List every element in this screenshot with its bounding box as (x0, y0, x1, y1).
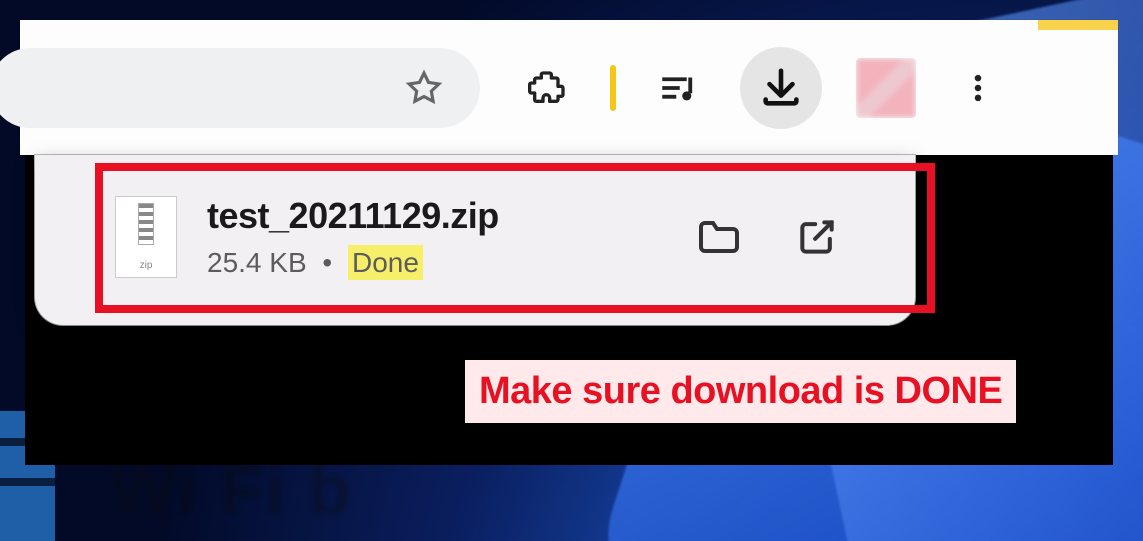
profile-avatar-image (856, 58, 916, 118)
star-icon[interactable] (396, 60, 452, 116)
kebab-menu-icon[interactable] (950, 60, 1006, 116)
screenshot-stage: Wi Fi b (0, 0, 1143, 541)
open-external-icon[interactable] (789, 209, 845, 265)
toolbar-row (20, 38, 1118, 138)
toolbar-separator (610, 65, 616, 111)
toolbar-action-area (520, 47, 1006, 129)
download-item[interactable]: zip test_20211129.zip 25.4 KB • Done (115, 177, 875, 297)
download-actions (691, 209, 845, 265)
download-text-block: test_20211129.zip 25.4 KB • Done (207, 195, 691, 279)
download-subtext: 25.4 KB • Done (207, 247, 691, 279)
browser-toolbar (20, 20, 1118, 155)
download-size: 25.4 KB (207, 247, 307, 278)
media-control-icon[interactable] (650, 60, 706, 116)
zip-file-icon: zip (115, 196, 177, 278)
folder-icon[interactable] (691, 209, 747, 265)
side-panel-fragment (0, 478, 55, 486)
annotation-caption: Make sure download is DONE (465, 360, 1016, 423)
file-type-label: zip (140, 260, 153, 271)
separator-dot: • (322, 247, 332, 278)
profile-avatar[interactable] (856, 58, 916, 118)
extensions-icon[interactable] (520, 60, 576, 116)
downloads-icon[interactable] (740, 47, 822, 129)
downloads-popup: zip test_20211129.zip 25.4 KB • Done (35, 155, 915, 325)
download-status: Done (348, 245, 423, 280)
screenshot-edge-artifact (1038, 20, 1118, 30)
address-bar[interactable] (0, 48, 480, 128)
download-filename: test_20211129.zip (207, 195, 691, 237)
zip-file-icon (138, 203, 154, 245)
